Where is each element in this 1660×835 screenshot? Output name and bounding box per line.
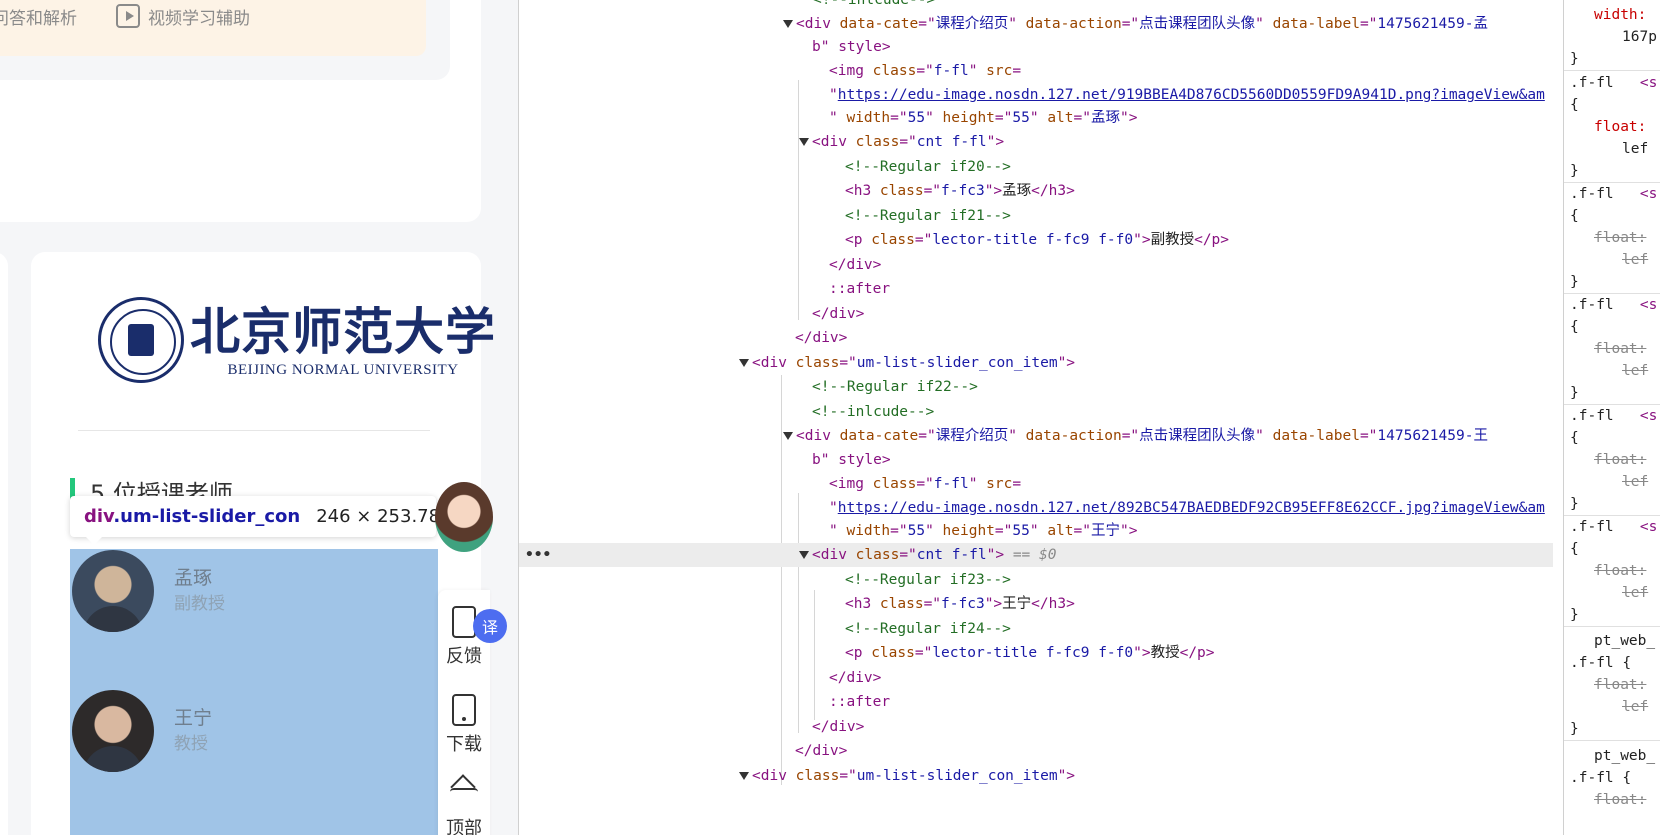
left-side-card	[0, 252, 8, 835]
qa-analysis-link[interactable]: 问答和解析	[0, 4, 77, 29]
dom-line[interactable]: <p class="lector-title f-fc9 f-f0">副教授</…	[519, 228, 1553, 252]
translate-button[interactable]: 译	[473, 609, 507, 643]
dom-line[interactable]: </div>	[519, 326, 1553, 350]
style-rule[interactable]: width: 167p }	[1564, 4, 1660, 71]
style-rule-overridden[interactable]: pt_web_ .f-fl { float:	[1564, 745, 1660, 811]
dom-line[interactable]: b" style>	[519, 448, 1553, 472]
devtools-styles-panel[interactable]: width: 167p } .f-fl <s { float: lef } .f…	[1563, 0, 1660, 835]
style-rule[interactable]: .f-fl <s { float: lef }	[1564, 72, 1660, 183]
dom-line[interactable]: "https://edu-image.nosdn.127.net/919BBEA…	[519, 83, 1553, 107]
devtools-elements-panel[interactable]: <!--inlcude--> <div data-cate="课程介绍页" da…	[518, 0, 1553, 835]
dom-line[interactable]: </div>	[519, 666, 1553, 690]
teacher-item[interactable]: 王宁 教授	[72, 690, 212, 772]
dom-line[interactable]: <img class="f-fl" src=	[519, 59, 1553, 83]
dom-line[interactable]: </div>	[519, 715, 1553, 739]
teacher-title: 教授	[174, 734, 208, 754]
style-rule-overridden[interactable]: .f-fl <s { float: lef }	[1564, 294, 1660, 405]
dom-line[interactable]: <h3 class="f-fc3">孟琢</h3>	[519, 179, 1553, 203]
download-button[interactable]: 下载	[438, 694, 490, 756]
tooltip-selector: div.um-list-slider_con	[84, 506, 301, 527]
dom-line[interactable]: <div class="um-list-slider_con_item">	[519, 351, 1553, 375]
teacher-item[interactable]: 孟琢 副教授	[72, 550, 225, 632]
logo-chinese-name: 北京师范大学	[190, 301, 496, 361]
dom-line[interactable]: <div data-cate="课程介绍页" data-action="点击课程…	[519, 424, 1553, 448]
dom-line[interactable]: b" style>	[519, 35, 1553, 59]
dom-line[interactable]: <div class="cnt f-fl">	[519, 130, 1553, 154]
dom-line[interactable]: ::after	[519, 690, 1553, 714]
dom-line[interactable]: " width="55" height="55" alt="王宁">	[519, 519, 1553, 543]
university-seal-icon	[98, 297, 184, 383]
assistant-mascot-avatar[interactable]	[435, 482, 493, 552]
dom-line[interactable]: </div>	[519, 253, 1553, 277]
video-play-icon	[116, 4, 140, 28]
teacher-avatar[interactable]	[72, 550, 154, 632]
download-label: 下载	[446, 734, 482, 755]
back-to-top-label: 顶部	[446, 818, 482, 835]
dom-line[interactable]: <img class="f-fl" src=	[519, 472, 1553, 496]
dom-line[interactable]: <!--Regular if22-->	[519, 375, 1553, 399]
dom-line[interactable]: <div class="um-list-slider_con_item">	[519, 764, 1553, 788]
teacher-avatar[interactable]	[72, 690, 154, 772]
back-to-top-icon	[450, 788, 478, 810]
dom-line[interactable]: <!--Regular if21-->	[519, 204, 1553, 228]
style-rule-overridden[interactable]: .f-fl <s { float: lef }	[1564, 516, 1660, 627]
dom-line[interactable]: <div data-cate="课程介绍页" data-action="点击课程…	[519, 12, 1553, 36]
back-to-top-button[interactable]: 顶部	[438, 788, 490, 835]
dom-line[interactable]: " width="55" height="55" alt="孟琢">	[519, 106, 1553, 130]
logo-english-name: BEIJING NORMAL UNIVERSITY	[227, 361, 459, 378]
teacher-title: 副教授	[174, 594, 225, 614]
dom-line[interactable]: <p class="lector-title f-fc9 f-f0">教授</p…	[519, 641, 1553, 665]
download-app-icon	[452, 694, 476, 726]
university-logo: 北京师范大学 BEIJING NORMAL UNIVERSITY	[98, 297, 496, 383]
dom-line[interactable]: <h3 class="f-fc3">王宁</h3>	[519, 592, 1553, 616]
tooltip-size: 246 × 253.78	[316, 506, 441, 527]
image-src-link[interactable]: https://edu-image.nosdn.127.net/892BC547…	[838, 500, 1545, 516]
dom-line[interactable]: <!--Regular if24-->	[519, 617, 1553, 641]
dom-line[interactable]: <!--Regular if23-->	[519, 568, 1553, 592]
dom-line[interactable]: "https://edu-image.nosdn.127.net/892BC54…	[519, 496, 1553, 520]
qa-label: 问答和解析	[0, 8, 77, 29]
dom-line[interactable]: <!--Regular if20-->	[519, 155, 1553, 179]
style-rule-overridden[interactable]: .f-fl <s { float: lef }	[1564, 405, 1660, 516]
video-assist-link[interactable]: 视频学习辅助	[116, 4, 250, 29]
learning-tools-bar: 问答和解析 视频学习辅助	[0, 0, 426, 56]
more-actions-icon[interactable]: •••	[525, 543, 551, 567]
dom-line[interactable]: <!--inlcude-->	[519, 0, 1553, 12]
dom-line-selected[interactable]: ••• <div class="cnt f-fl"> == $0	[519, 543, 1553, 567]
inspect-tooltip: div.um-list-slider_con 246 × 253.78	[70, 496, 440, 545]
teacher-name: 孟琢	[174, 567, 213, 589]
feedback-label: 反馈	[446, 646, 482, 667]
dom-line[interactable]: </div>	[519, 302, 1553, 326]
dom-line[interactable]: <!--inlcude-->	[519, 400, 1553, 424]
video-assist-label: 视频学习辅助	[148, 8, 250, 29]
style-rule-overridden[interactable]: pt_web_ .f-fl { float: lef }	[1564, 630, 1660, 741]
dom-line[interactable]: </div>	[519, 739, 1553, 763]
dom-line[interactable]: ::after	[519, 277, 1553, 301]
teacher-name: 王宁	[174, 707, 213, 729]
style-rule-overridden[interactable]: .f-fl <s { float: lef }	[1564, 183, 1660, 294]
image-src-link[interactable]: https://edu-image.nosdn.127.net/919BBEA4…	[838, 87, 1545, 103]
logo-divider	[78, 430, 430, 431]
page-viewport: 问答和解析 视频学习辅助 北京师范大学 BEIJING NORMAL UNIVE…	[0, 0, 518, 835]
